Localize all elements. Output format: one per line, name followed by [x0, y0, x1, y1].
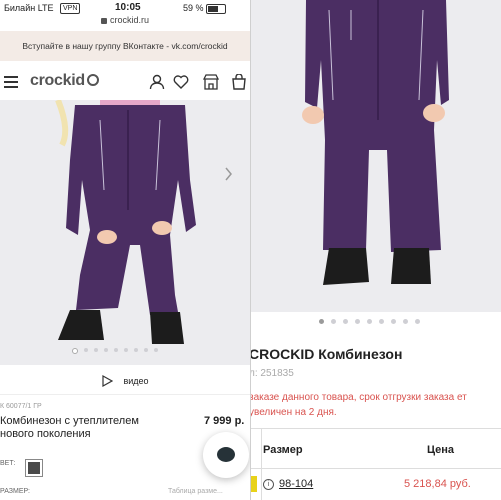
product-price: 7 999 р. — [204, 415, 245, 427]
carousel-dot[interactable] — [124, 348, 128, 352]
battery-icon — [206, 4, 226, 14]
carousel-dot[interactable] — [104, 348, 108, 352]
carousel-dot[interactable] — [114, 348, 118, 352]
carousel-dot[interactable] — [391, 319, 396, 324]
size-table-link[interactable]: Таблица разме... — [168, 488, 223, 495]
left-screenshot: Билайн LTE VPN 10:05 59 % crockid.ru Вст… — [0, 0, 250, 500]
carousel-dot[interactable] — [343, 319, 348, 324]
play-icon — [102, 375, 114, 387]
site-header: crockid — [0, 62, 250, 101]
carousel-dot[interactable] — [379, 319, 384, 324]
lock-icon — [100, 17, 107, 24]
table-price: 5 218,84 руб. — [404, 478, 471, 490]
carousel-dot[interactable] — [367, 319, 372, 324]
product-sku: К 60077/1 ГР — [0, 403, 42, 410]
size-label: РАЗМЕР: — [0, 488, 30, 495]
carousel-dot[interactable] — [94, 348, 98, 352]
carousel-dot[interactable] — [154, 348, 158, 352]
table-divider — [261, 428, 262, 500]
carousel-dot[interactable] — [355, 319, 360, 324]
carousel-dot[interactable] — [134, 348, 138, 352]
size-link[interactable]: 98-104 — [279, 478, 313, 490]
carousel-dot[interactable] — [403, 319, 408, 324]
heart-icon[interactable] — [173, 74, 189, 90]
address-bar[interactable]: crockid.ru — [0, 15, 250, 25]
url-text: crockid.ru — [109, 15, 149, 25]
chat-icon — [217, 447, 235, 462]
price-table — [251, 428, 501, 429]
battery-percent: 59 % — [183, 3, 204, 13]
video-label: видео — [123, 376, 149, 386]
table-header-price: Цена — [427, 444, 455, 456]
clock: 10:05 — [115, 2, 141, 13]
product-code: л: 251835 — [251, 368, 294, 379]
product-photo[interactable] — [0, 98, 250, 365]
product-photo-zoom[interactable] — [251, 0, 501, 312]
carousel-dot[interactable] — [415, 319, 420, 324]
banner-text: Вступайте в нашу группу ВКонтакте - vk.c… — [22, 41, 228, 51]
carousel-dot[interactable] — [72, 348, 78, 354]
status-bar: Билайн LTE VPN 10:05 59 % — [0, 0, 250, 16]
chat-button[interactable] — [203, 432, 249, 478]
highlight-marker — [251, 476, 257, 492]
carousel-dot[interactable] — [319, 319, 324, 324]
product-title: Комбинезон с утеплителем нового поколени… — [0, 415, 139, 440]
suit-illustration — [0, 98, 250, 365]
right-screenshot: CROCKID Комбинезон л: 251835 заказе данн… — [251, 0, 501, 500]
cart-icon[interactable] — [231, 74, 247, 90]
carousel-dot[interactable] — [144, 348, 148, 352]
color-swatch[interactable] — [25, 459, 43, 477]
store-icon[interactable] — [203, 74, 219, 90]
suit-illustration — [251, 0, 501, 312]
carousel-dot[interactable] — [331, 319, 336, 324]
shipping-warning: заказе данного товара, срок отгрузки зак… — [251, 392, 467, 418]
carousel-dots — [72, 348, 158, 354]
color-label: ВЕТ: — [0, 460, 16, 467]
vpn-badge: VPN — [60, 3, 81, 14]
logo[interactable]: crockid — [30, 72, 99, 90]
user-icon[interactable] — [149, 74, 165, 90]
info-icon[interactable]: i — [263, 479, 274, 490]
product-title: CROCKID Комбинезон — [251, 346, 403, 362]
carousel-dot[interactable] — [84, 348, 88, 352]
table-header-size: Размер — [263, 444, 303, 456]
carousel-dots — [319, 319, 420, 324]
table-divider — [251, 468, 501, 469]
menu-icon[interactable] — [4, 76, 18, 88]
vk-banner[interactable]: Вступайте в нашу группу ВКонтакте - vk.c… — [0, 31, 250, 61]
video-button[interactable]: видео — [0, 368, 250, 395]
carrier-label: Билайн LTE — [4, 3, 54, 13]
